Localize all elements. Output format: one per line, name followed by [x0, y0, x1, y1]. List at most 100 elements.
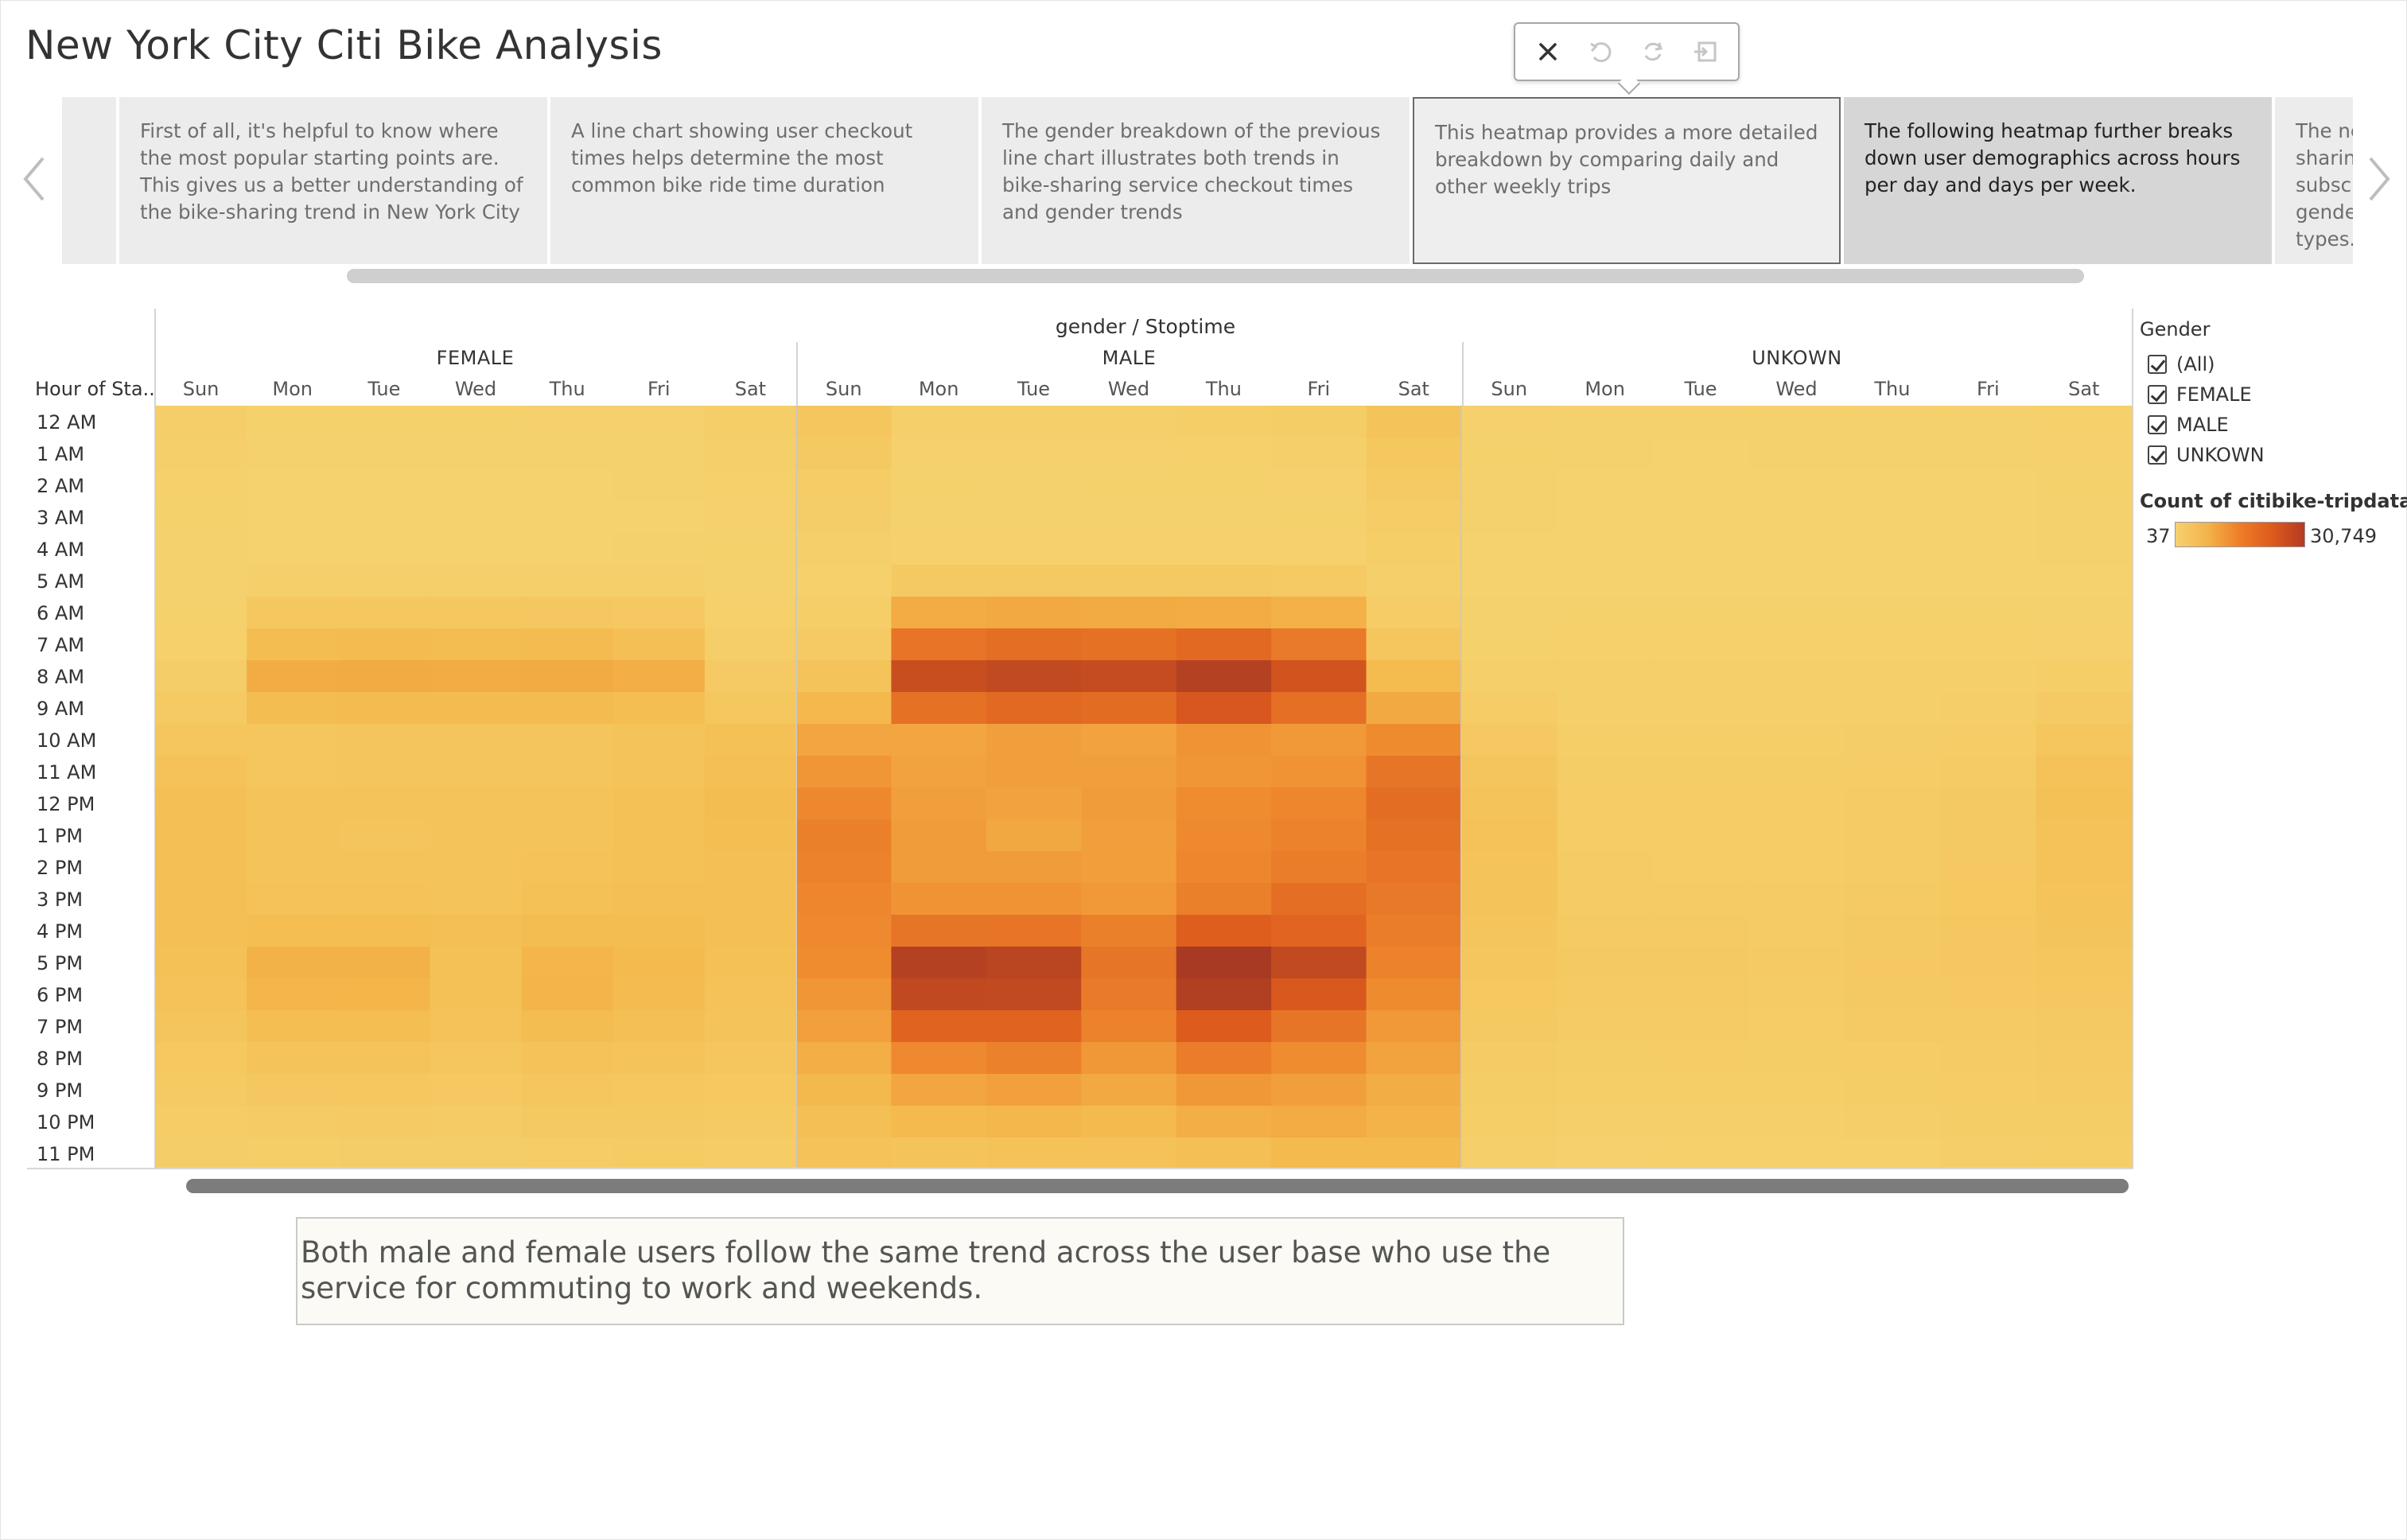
heatmap-cell-male-tue-8[interactable] — [986, 660, 1082, 693]
heatmap-cell-male-wed-7[interactable] — [1081, 628, 1177, 661]
heatmap-cell-unkown-thu-18[interactable] — [1844, 978, 1941, 1011]
heatmap-cell-female-fri-13[interactable] — [612, 819, 706, 852]
heatmap-cell-male-sat-18[interactable] — [1366, 978, 1462, 1011]
heatmap-cell-unkown-tue-10[interactable] — [1652, 724, 1749, 756]
heatmap-cell-female-fri-18[interactable] — [612, 978, 706, 1011]
heatmap-cell-unkown-mon-20[interactable] — [1557, 1042, 1654, 1075]
heatmap-cell-unkown-thu-10[interactable] — [1844, 724, 1941, 756]
heatmap-cell-male-sun-4[interactable] — [796, 533, 892, 566]
heatmap-cell-unkown-fri-3[interactable] — [1940, 501, 2037, 534]
heatmap-cell-female-wed-12[interactable] — [430, 788, 523, 820]
heatmap-cell-male-sat-2[interactable] — [1366, 469, 1462, 502]
heatmap-cell-male-sun-6[interactable] — [796, 597, 892, 629]
heatmap-cell-female-mon-6[interactable] — [247, 597, 339, 629]
heatmap-cell-female-tue-10[interactable] — [338, 724, 431, 756]
heatmap-cell-unkown-tue-21[interactable] — [1652, 1074, 1749, 1106]
heatmap-cell-female-thu-22[interactable] — [521, 1106, 614, 1138]
heatmap-cell-female-thu-6[interactable] — [521, 597, 614, 629]
heatmap-cell-unkown-tue-20[interactable] — [1652, 1042, 1749, 1075]
heatmap-cell-unkown-fri-16[interactable] — [1940, 915, 2037, 947]
heatmap-cell-female-sat-23[interactable] — [704, 1138, 797, 1169]
heatmap-cell-female-fri-1[interactable] — [612, 438, 706, 470]
heatmap-cell-female-thu-20[interactable] — [521, 1042, 614, 1075]
heatmap-cell-female-thu-2[interactable] — [521, 469, 614, 502]
heatmap-cell-unkown-sat-15[interactable] — [2036, 883, 2133, 916]
heatmap-cell-unkown-wed-11[interactable] — [1748, 756, 1845, 788]
heatmap-cell-unkown-wed-0[interactable] — [1748, 406, 1845, 438]
heatmap-cell-female-fri-11[interactable] — [612, 756, 706, 788]
heatmap-cell-female-wed-20[interactable] — [430, 1042, 523, 1075]
heatmap-cell-unkown-thu-2[interactable] — [1844, 469, 1941, 502]
heatmap-cell-female-sat-11[interactable] — [704, 756, 797, 788]
heatmap-cell-unkown-sun-20[interactable] — [1461, 1042, 1558, 1075]
heatmap-cell-female-mon-9[interactable] — [247, 692, 339, 725]
heatmap-cell-male-thu-10[interactable] — [1176, 724, 1272, 756]
heatmap-cell-female-wed-10[interactable] — [430, 724, 523, 756]
heatmap-cell-unkown-wed-2[interactable] — [1748, 469, 1845, 502]
heatmap-cell-unkown-tue-16[interactable] — [1652, 915, 1749, 947]
heatmap-cell-unkown-tue-5[interactable] — [1652, 565, 1749, 597]
heatmap-cell-unkown-tue-15[interactable] — [1652, 883, 1749, 916]
heatmap-cell-female-sat-1[interactable] — [704, 438, 797, 470]
heatmap-cell-female-fri-3[interactable] — [612, 501, 706, 534]
heatmap-cell-male-thu-11[interactable] — [1176, 756, 1272, 788]
heatmap-cell-unkown-mon-13[interactable] — [1557, 819, 1654, 852]
heatmap-cell-male-sun-14[interactable] — [796, 851, 892, 884]
heatmap-cell-unkown-fri-12[interactable] — [1940, 788, 2037, 820]
heatmap-cell-unkown-sat-14[interactable] — [2036, 851, 2133, 884]
heatmap-cell-female-wed-14[interactable] — [430, 851, 523, 884]
heatmap-cell-unkown-fri-22[interactable] — [1940, 1106, 2037, 1138]
heatmap-cell-male-mon-9[interactable] — [891, 692, 987, 725]
heatmap-cell-male-tue-15[interactable] — [986, 883, 1082, 916]
heatmap-cell-unkown-mon-3[interactable] — [1557, 501, 1654, 534]
heatmap-cell-unkown-mon-4[interactable] — [1557, 533, 1654, 566]
heatmap-cell-male-sat-11[interactable] — [1366, 756, 1462, 788]
heatmap-cell-unkown-wed-18[interactable] — [1748, 978, 1845, 1011]
undo-icon[interactable] — [1582, 33, 1619, 70]
heatmap-cell-female-sun-13[interactable] — [155, 819, 247, 852]
heatmap-cell-male-tue-2[interactable] — [986, 469, 1082, 502]
heatmap-cell-male-sun-3[interactable] — [796, 501, 892, 534]
heatmap-cell-unkown-wed-4[interactable] — [1748, 533, 1845, 566]
heatmap-cell-female-sun-22[interactable] — [155, 1106, 247, 1138]
heatmap-cell-male-fri-15[interactable] — [1271, 883, 1367, 916]
heatmap-cell-male-mon-22[interactable] — [891, 1106, 987, 1138]
heatmap-cell-male-wed-5[interactable] — [1081, 565, 1177, 597]
heatmap-cell-male-wed-22[interactable] — [1081, 1106, 1177, 1138]
heatmap-cell-female-thu-8[interactable] — [521, 660, 614, 693]
heatmap-cell-female-thu-10[interactable] — [521, 724, 614, 756]
heatmap-cell-male-tue-17[interactable] — [986, 947, 1082, 979]
heatmap-cell-female-fri-2[interactable] — [612, 469, 706, 502]
heatmap-cell-male-wed-17[interactable] — [1081, 947, 1177, 979]
heatmap-cell-female-mon-12[interactable] — [247, 788, 339, 820]
heatmap-cell-male-thu-2[interactable] — [1176, 469, 1272, 502]
heatmap-cell-unkown-thu-22[interactable] — [1844, 1106, 1941, 1138]
checkbox-checked-icon[interactable] — [2148, 385, 2167, 404]
heatmap-cell-male-sun-8[interactable] — [796, 660, 892, 693]
heatmap-cell-female-sat-12[interactable] — [704, 788, 797, 820]
heatmap-cell-female-sun-19[interactable] — [155, 1010, 247, 1043]
heatmap-cell-unkown-mon-21[interactable] — [1557, 1074, 1654, 1106]
heatmap-cell-male-thu-1[interactable] — [1176, 438, 1272, 470]
heatmap-cell-male-fri-12[interactable] — [1271, 788, 1367, 820]
heatmap-cell-male-fri-7[interactable] — [1271, 628, 1367, 661]
heatmap-cell-unkown-thu-19[interactable] — [1844, 1010, 1941, 1043]
heatmap-cell-male-fri-1[interactable] — [1271, 438, 1367, 470]
heatmap-cell-male-thu-4[interactable] — [1176, 533, 1272, 566]
heatmap-cell-unkown-mon-7[interactable] — [1557, 628, 1654, 661]
heatmap-cell-male-sat-21[interactable] — [1366, 1074, 1462, 1106]
heatmap-cell-female-thu-18[interactable] — [521, 978, 614, 1011]
heatmap-cell-female-wed-19[interactable] — [430, 1010, 523, 1043]
heatmap-cell-male-sat-4[interactable] — [1366, 533, 1462, 566]
heatmap-cell-male-sat-0[interactable] — [1366, 406, 1462, 438]
heatmap-cell-female-thu-7[interactable] — [521, 628, 614, 661]
heatmap-cell-unkown-sun-3[interactable] — [1461, 501, 1558, 534]
heatmap-cell-male-sat-20[interactable] — [1366, 1042, 1462, 1075]
heatmap-cell-male-mon-4[interactable] — [891, 533, 987, 566]
heatmap-cell-unkown-wed-12[interactable] — [1748, 788, 1845, 820]
heatmap-cell-female-sun-10[interactable] — [155, 724, 247, 756]
heatmap-cell-female-sun-2[interactable] — [155, 469, 247, 502]
heatmap-cell-male-thu-7[interactable] — [1176, 628, 1272, 661]
heatmap-cell-unkown-tue-3[interactable] — [1652, 501, 1749, 534]
heatmap-cell-unkown-fri-23[interactable] — [1940, 1138, 2037, 1169]
